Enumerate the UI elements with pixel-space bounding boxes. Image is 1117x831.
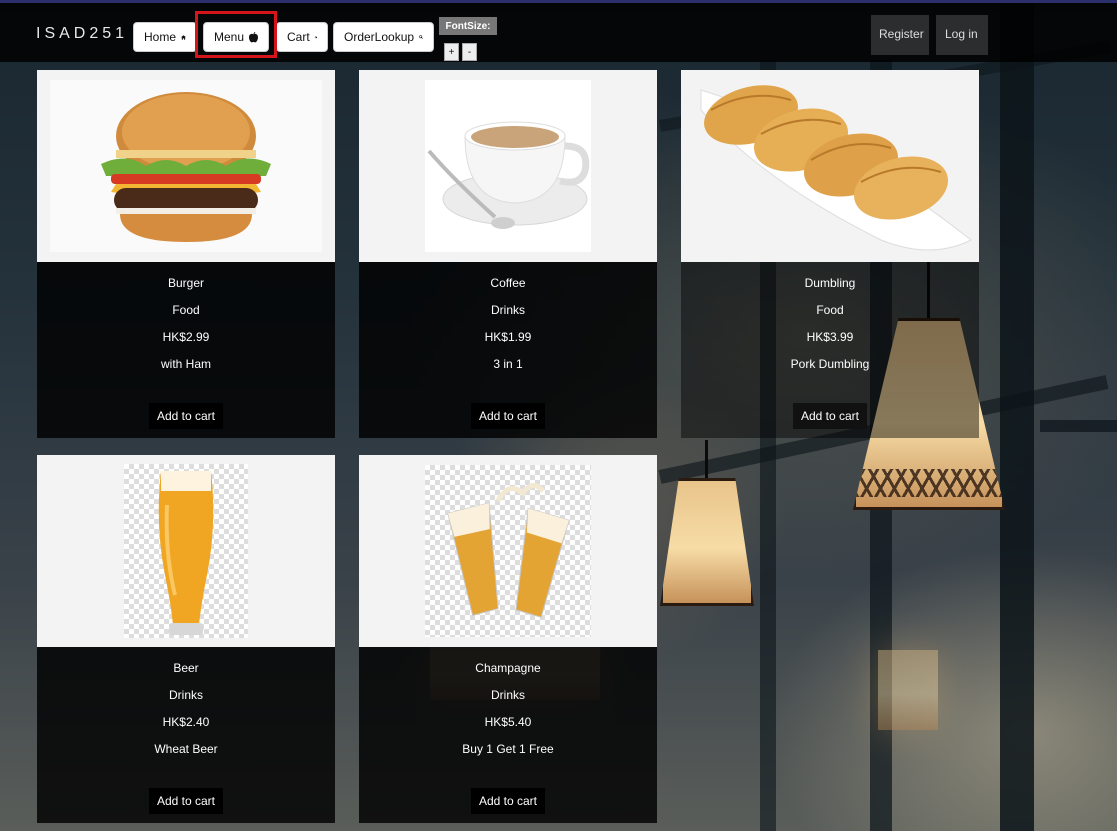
add-to-cart-button[interactable]: Add to cart (148, 403, 224, 429)
product-card: Dumbling Food HK$3.99 Pork Dumbling Add … (681, 70, 979, 438)
nav-orderlookup-label: OrderLookup (344, 30, 415, 44)
product-category: Drinks (490, 688, 525, 702)
nav-home-button[interactable]: Home (133, 22, 197, 52)
search-icon (419, 35, 423, 39)
product-name: Coffee (490, 276, 526, 290)
product-name: Beer (173, 661, 199, 675)
product-description: 3 in 1 (493, 357, 523, 371)
product-price: HK$2.40 (162, 715, 210, 729)
nav-cart-label: Cart (287, 30, 310, 44)
font-increase-button[interactable]: + (444, 43, 459, 61)
product-image-frame (37, 70, 335, 262)
register-link[interactable]: Register (879, 27, 924, 41)
cart-icon (314, 35, 317, 39)
nav-orderlookup-button[interactable]: OrderLookup (333, 22, 434, 52)
product-description: Wheat Beer (154, 742, 218, 756)
login-link[interactable]: Log in (945, 27, 978, 41)
brand-logo[interactable]: ISAD251 (36, 25, 128, 43)
product-image-frame (681, 70, 979, 262)
product-card: Champagne Drinks HK$5.40 Buy 1 Get 1 Fre… (359, 455, 657, 823)
product-category: Food (816, 303, 844, 317)
product-name: Dumbling (804, 276, 856, 290)
champagne-image (447, 483, 570, 618)
dumpling-image (700, 85, 972, 251)
product-card: Burger Food HK$2.99 with Ham Add to cart (37, 70, 335, 438)
product-image-frame (359, 70, 657, 262)
nav-cart-button[interactable]: Cart (276, 22, 328, 52)
product-card: Coffee Drinks HK$1.99 3 in 1 Add to cart (359, 70, 657, 438)
product-card: Beer Drinks HK$2.40 Wheat Beer Add to ca… (37, 455, 335, 823)
product-image-frame (37, 455, 335, 647)
product-category: Food (172, 303, 200, 317)
product-price: HK$1.99 (484, 330, 532, 344)
nav-home-label: Home (144, 30, 177, 44)
coffee-image (427, 121, 590, 229)
product-price: HK$2.99 (162, 330, 210, 344)
add-to-cart-button[interactable]: Add to cart (792, 403, 868, 429)
product-description: Pork Dumbling (790, 357, 870, 371)
product-description: with Ham (160, 357, 211, 371)
add-to-cart-button[interactable]: Add to cart (148, 788, 224, 814)
product-category: Drinks (490, 303, 525, 317)
product-image-frame (359, 455, 657, 647)
product-price: HK$5.40 (484, 715, 532, 729)
menu-highlight-box (195, 11, 277, 58)
font-decrease-button[interactable]: - (462, 43, 477, 61)
burger-image (101, 91, 271, 242)
product-price: HK$3.99 (806, 330, 854, 344)
product-name: Burger (167, 276, 205, 290)
add-to-cart-button[interactable]: Add to cart (470, 788, 546, 814)
beer-image (158, 471, 214, 635)
product-name: Champagne (475, 661, 541, 675)
product-category: Drinks (168, 688, 203, 702)
font-size-label: FontSize: (439, 17, 497, 35)
add-to-cart-button[interactable]: Add to cart (470, 403, 546, 429)
product-description: Buy 1 Get 1 Free (462, 742, 554, 756)
home-icon (181, 34, 186, 40)
top-navbar: ISAD251 Home Menu Cart OrderLookup FontS… (0, 0, 1117, 62)
